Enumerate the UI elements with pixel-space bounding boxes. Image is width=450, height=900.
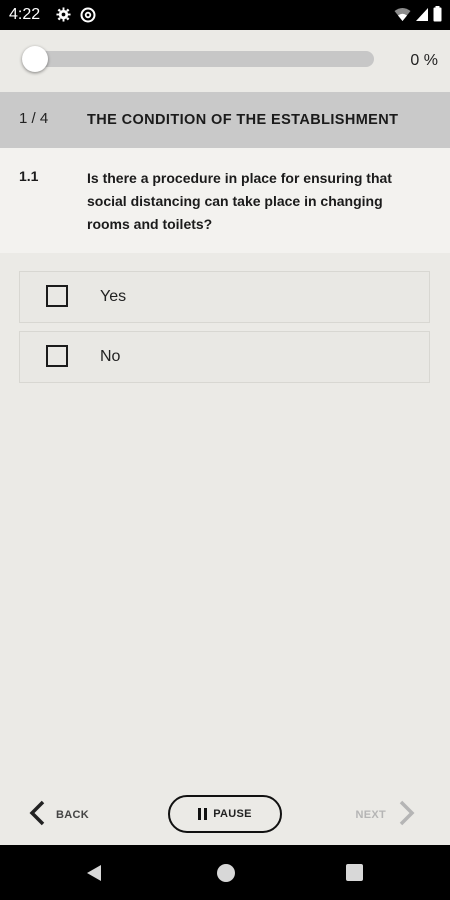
chevron-right-icon (398, 799, 416, 832)
system-back-icon[interactable] (86, 864, 102, 887)
pause-icon (198, 808, 208, 820)
question-number: 1.1 (19, 168, 39, 184)
gear-icon (56, 7, 71, 27)
system-navigation-bar (0, 845, 450, 900)
next-label: NEXT (355, 809, 386, 821)
back-button[interactable]: BACK (28, 800, 89, 830)
status-time: 4:22 (9, 6, 41, 23)
system-home-icon[interactable] (217, 864, 235, 882)
bottom-navigation: BACK PAUSE NEXT (0, 790, 450, 845)
option-no[interactable]: No (19, 331, 430, 383)
progress-area: 0 % (0, 30, 450, 92)
checkbox-no[interactable] (46, 345, 68, 367)
chevron-left-icon (28, 799, 46, 832)
section-title: THE CONDITION OF THE ESTABLISHMENT (87, 112, 399, 128)
pause-label: PAUSE (213, 808, 252, 820)
at-sign-icon (80, 7, 96, 28)
battery-icon (433, 6, 442, 27)
option-label-no: No (100, 348, 121, 365)
progress-bar (22, 46, 374, 72)
section-number: 1 / 4 (19, 110, 49, 127)
option-yes[interactable]: Yes (19, 271, 430, 323)
question-block: 1.1 Is there a procedure in place for en… (0, 148, 450, 253)
status-bar: 4:22 (0, 0, 450, 30)
progress-knob (22, 46, 48, 72)
checkbox-yes[interactable] (46, 285, 68, 307)
system-recents-icon[interactable] (346, 864, 363, 881)
wifi-icon (394, 7, 411, 27)
progress-percent-label: 0 % (410, 52, 438, 69)
option-label-yes: Yes (100, 288, 127, 305)
signal-icon (415, 7, 429, 27)
back-label: BACK (56, 809, 89, 821)
section-header: 1 / 4 THE CONDITION OF THE ESTABLISHMENT (0, 92, 450, 148)
next-button[interactable]: NEXT (355, 800, 416, 830)
pause-button[interactable]: PAUSE (168, 795, 282, 833)
question-text: Is there a procedure in place for ensuri… (87, 170, 392, 232)
